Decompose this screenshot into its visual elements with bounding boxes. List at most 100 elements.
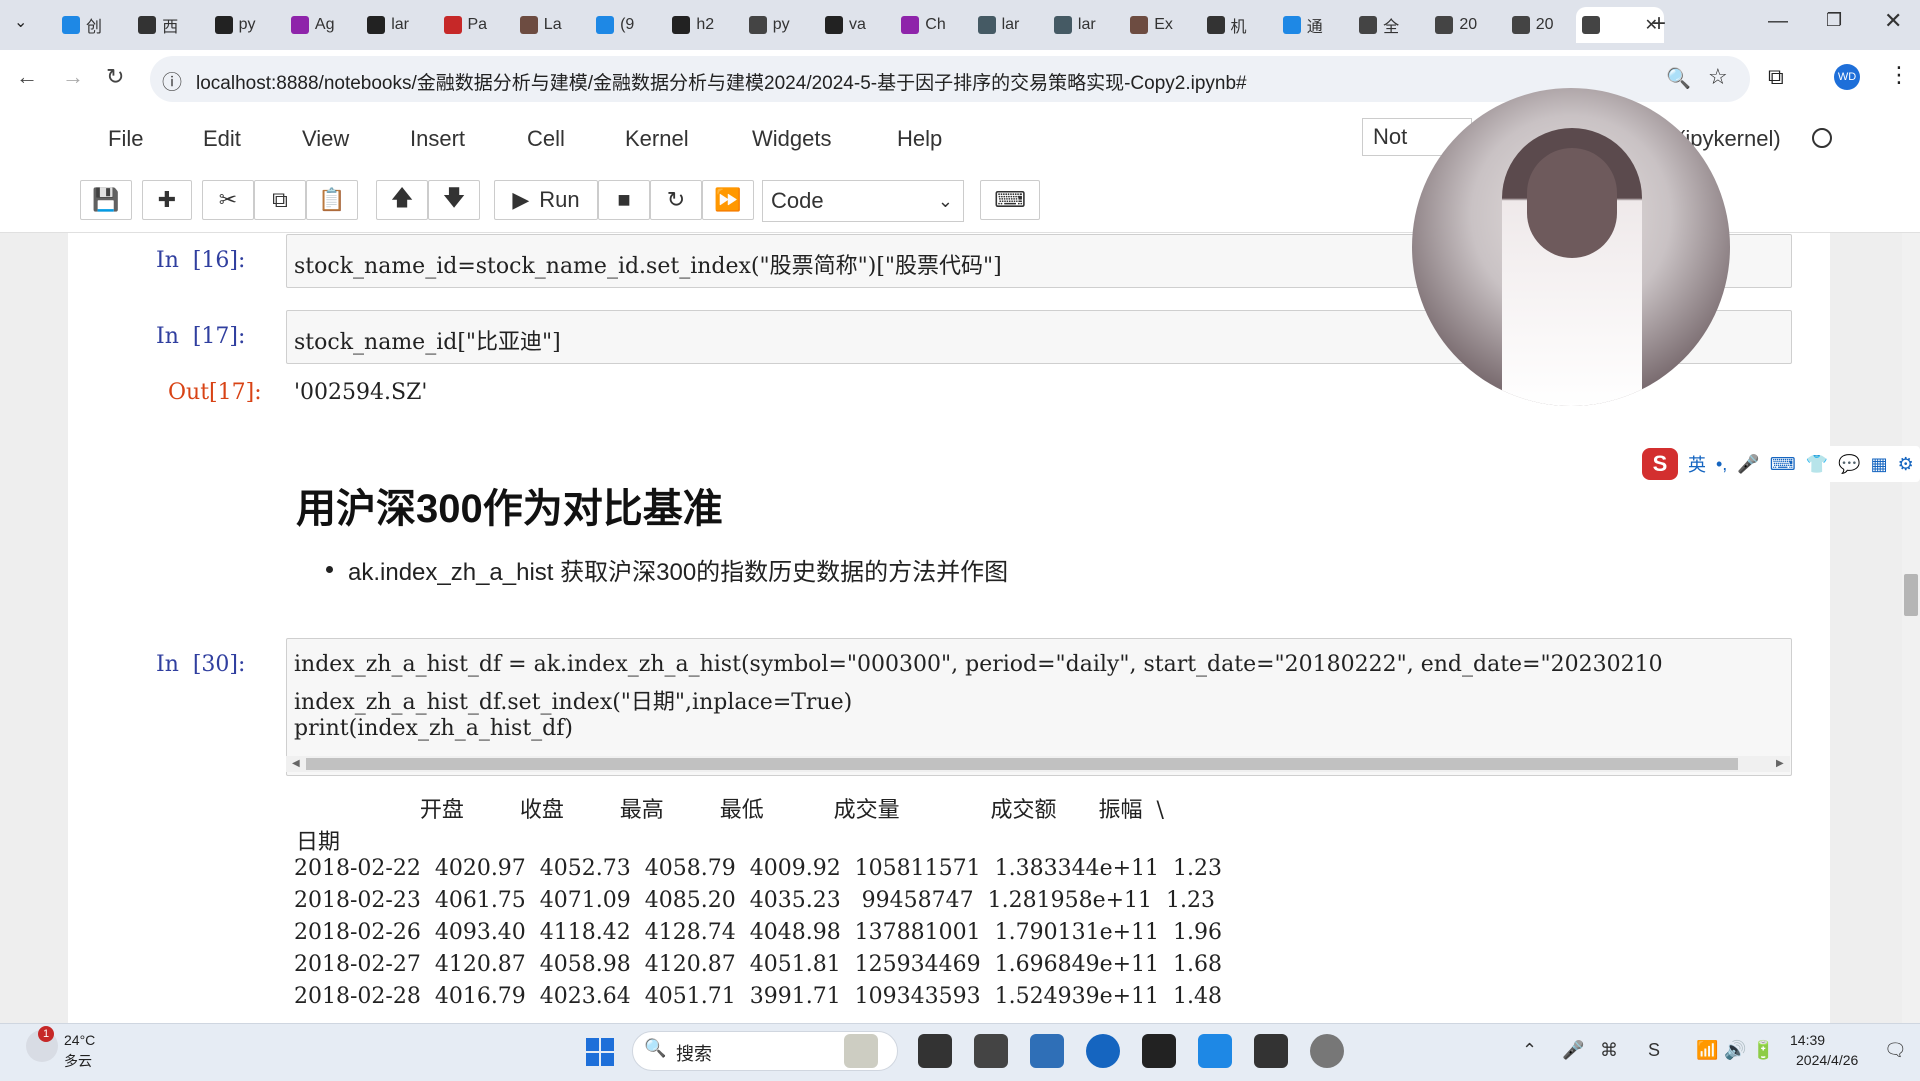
menu-cell[interactable]: Cell <box>527 126 565 152</box>
cell-30-code-line-2[interactable]: index_zh_a_hist_df.set_index("日期",inplac… <box>294 684 852 716</box>
bookmark-star-icon[interactable]: ☆ <box>1708 64 1728 90</box>
file-manager-icon[interactable] <box>974 1034 1008 1068</box>
cell-16-code[interactable]: stock_name_id=stock_name_id.set_index("股… <box>294 248 1002 280</box>
menu-edit[interactable]: Edit <box>203 126 241 152</box>
chrome-icon[interactable] <box>1086 1034 1120 1068</box>
cell-16-prompt: In [16]: <box>156 248 246 273</box>
cell-17-code[interactable]: stock_name_id["比亚迪"] <box>294 324 561 356</box>
menu-kernel[interactable]: Kernel <box>625 126 689 152</box>
menu-insert[interactable]: Insert <box>410 126 465 152</box>
app-icon[interactable] <box>1198 1034 1232 1068</box>
vertical-scrollbar-thumb[interactable] <box>1904 574 1918 616</box>
weather-badge: 1 <box>38 1026 54 1042</box>
back-icon[interactable]: ← <box>16 64 38 90</box>
terminal-icon[interactable] <box>1142 1034 1176 1068</box>
recorder-icon[interactable] <box>1310 1034 1344 1068</box>
task-view-icon[interactable] <box>918 1034 952 1068</box>
browser-tab[interactable]: Ch <box>895 7 965 43</box>
ime-language[interactable]: 英 <box>1688 451 1706 477</box>
copy-icon[interactable]: ⧉ <box>254 180 306 220</box>
active-browser-tab[interactable]: ✕ <box>1576 7 1664 43</box>
paste-icon[interactable]: 📋 <box>306 180 358 220</box>
browser-tab[interactable]: 西 <box>132 7 202 43</box>
cut-icon[interactable]: ✂ <box>202 180 254 220</box>
tray-ime-icon[interactable]: ⌘ <box>1600 1040 1618 1061</box>
tray-expand-icon[interactable]: ⌃ <box>1522 1040 1537 1061</box>
skin-icon[interactable]: 👕 <box>1806 454 1828 475</box>
weather-temperature[interactable]: 24°C <box>64 1032 95 1048</box>
browser-tab[interactable]: (9 <box>590 7 660 43</box>
browser-tab[interactable]: lar <box>1048 7 1118 43</box>
clock-time[interactable]: 14:39 <box>1790 1032 1825 1048</box>
cell-type-select[interactable]: Code ⌄ <box>762 180 964 222</box>
notification-icon[interactable]: 🗨 <box>1884 1040 1907 1061</box>
battery-icon[interactable]: 🔋 <box>1752 1040 1774 1061</box>
browser-tab[interactable]: 全 <box>1353 7 1423 43</box>
browser-tab[interactable]: h2 <box>666 7 736 43</box>
wifi-icon[interactable]: 📶 <box>1696 1040 1718 1061</box>
clock-date[interactable]: 2024/4/26 <box>1796 1052 1858 1068</box>
close-window-button[interactable]: ✕ <box>1884 8 1902 34</box>
scroll-left-icon[interactable]: ◀ <box>292 758 300 769</box>
browser-tab[interactable]: La <box>514 7 584 43</box>
vertical-scrollbar[interactable] <box>1902 233 1920 1023</box>
browser-tab[interactable]: Pa <box>438 7 508 43</box>
apps-icon[interactable]: ▦ <box>1871 454 1888 475</box>
extensions-icon[interactable]: ⧉ <box>1768 64 1784 90</box>
microphone-icon[interactable]: 🎤 <box>1737 454 1759 475</box>
folder-icon[interactable] <box>1030 1034 1064 1068</box>
zoom-icon[interactable]: 🔍 <box>1666 66 1691 91</box>
browser-tab[interactable]: 创 <box>56 7 126 43</box>
browser-tab[interactable]: 20 <box>1429 7 1499 43</box>
browser-tab[interactable]: lar <box>361 7 431 43</box>
keyboard-icon[interactable]: ⌨ <box>1770 454 1796 475</box>
search-placeholder[interactable]: 搜索 <box>676 1040 712 1066</box>
browser-tab[interactable]: lar <box>972 7 1042 43</box>
browser-tab[interactable]: Ex <box>1124 7 1194 43</box>
horizontal-scrollbar-thumb[interactable] <box>306 758 1738 770</box>
scroll-right-icon[interactable]: ▶ <box>1776 758 1784 769</box>
browser-menu-icon[interactable]: ⋮ <box>1888 62 1910 88</box>
browser-tab[interactable]: va <box>819 7 889 43</box>
reload-icon[interactable]: ↻ <box>106 64 124 90</box>
browser-tab[interactable]: 20 <box>1506 7 1576 43</box>
menu-widgets[interactable]: Widgets <box>752 126 831 152</box>
browser-tab[interactable]: Ag <box>285 7 355 43</box>
keyboard-shortcuts-icon[interactable]: ⌨ <box>980 180 1040 220</box>
new-tab-button[interactable]: + <box>1652 10 1666 38</box>
run-button[interactable]: ▶ Run <box>494 180 598 220</box>
url-text[interactable]: localhost:8888/notebooks/金融数据分析与建模/金融数据分… <box>196 68 1247 95</box>
cell-30-code-line-3[interactable]: print(index_zh_a_hist_df) <box>294 716 573 741</box>
maximize-button[interactable]: ❐ <box>1826 10 1842 31</box>
save-icon[interactable]: 💾 <box>80 180 132 220</box>
weather-description[interactable]: 多云 <box>64 1051 92 1071</box>
menu-file[interactable]: File <box>108 126 143 152</box>
browser-tab[interactable]: 通 <box>1277 7 1347 43</box>
tray-microphone-icon[interactable]: 🎤 <box>1562 1040 1584 1061</box>
punctuation-icon[interactable]: •, <box>1716 454 1727 475</box>
volume-icon[interactable]: 🔊 <box>1724 1040 1746 1061</box>
wps-icon[interactable] <box>1254 1034 1288 1068</box>
site-info-icon[interactable]: ⓘ <box>162 66 182 95</box>
browser-tab[interactable]: py <box>209 7 279 43</box>
start-button[interactable] <box>586 1038 614 1066</box>
sogou-logo-icon[interactable]: S <box>1642 448 1678 480</box>
browser-tab[interactable]: 机 <box>1201 7 1271 43</box>
interrupt-icon[interactable]: ■ <box>598 180 650 220</box>
chat-icon[interactable]: 💬 <box>1838 454 1860 475</box>
settings-icon[interactable]: ⚙ <box>1898 454 1914 475</box>
forward-icon[interactable]: → <box>62 64 84 90</box>
menu-help[interactable]: Help <box>897 126 942 152</box>
insert-cell-icon[interactable]: ✚ <box>142 180 192 220</box>
restart-run-all-icon[interactable]: ⏩ <box>702 180 754 220</box>
move-down-icon[interactable]: 🡇 <box>428 180 480 220</box>
move-up-icon[interactable]: 🡅 <box>376 180 428 220</box>
profile-avatar[interactable]: WD <box>1834 64 1860 90</box>
restart-icon[interactable]: ↻ <box>650 180 702 220</box>
browser-tab[interactable]: py <box>743 7 813 43</box>
tray-sogou-icon[interactable]: S <box>1648 1040 1660 1061</box>
menu-view[interactable]: View <box>302 126 349 152</box>
tab-list-chevron-icon[interactable]: ⌄ <box>14 12 27 32</box>
cell-30-code-line-1[interactable]: index_zh_a_hist_df = ak.index_zh_a_hist(… <box>294 652 1788 677</box>
minimize-button[interactable]: — <box>1768 10 1788 33</box>
